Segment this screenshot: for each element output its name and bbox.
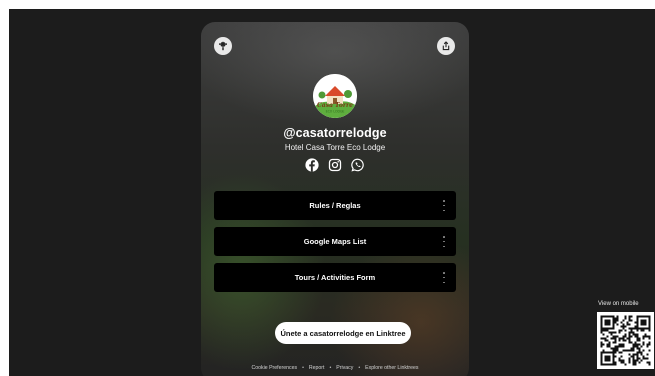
profile-username: @casatorrelodge: [283, 126, 387, 140]
link-google-maps[interactable]: Google Maps List: [214, 227, 456, 256]
footer-separator: •: [329, 365, 332, 371]
link-tours-form[interactable]: Tours / Activities Form: [214, 263, 456, 292]
footer-links: Cookie Preferences • Report • Privacy • …: [201, 365, 469, 371]
facebook-link[interactable]: [305, 158, 319, 172]
facebook-icon: [305, 158, 319, 172]
profile-card: Casa Torre ECO LODGE @casatorrelodge Hot…: [201, 22, 469, 376]
join-linktree-button[interactable]: Únete a casatorrelodge en Linktree: [275, 322, 411, 344]
profile-bio: Hotel Casa Torre Eco Lodge: [284, 143, 386, 152]
link-label: Rules / Reglas: [309, 201, 361, 210]
footer-privacy[interactable]: Privacy: [336, 365, 353, 371]
svg-text:ECO LODGE: ECO LODGE: [326, 110, 345, 114]
linktree-logo-button[interactable]: [214, 37, 232, 55]
svg-text:Casa Torre: Casa Torre: [317, 102, 353, 109]
more-options-icon[interactable]: [442, 272, 446, 283]
share-icon: [442, 41, 450, 51]
link-rules[interactable]: Rules / Reglas: [214, 191, 456, 220]
instagram-icon: [328, 158, 342, 172]
page-background: Casa Torre ECO LODGE @casatorrelodge Hot…: [9, 9, 655, 376]
view-on-mobile-label: View on mobile: [598, 301, 639, 307]
footer-report[interactable]: Report: [309, 365, 325, 371]
footer-explore[interactable]: Explore other Linktrees: [365, 365, 418, 371]
avatar: Casa Torre ECO LODGE: [313, 74, 357, 118]
whatsapp-icon: [351, 158, 364, 172]
instagram-link[interactable]: [328, 158, 342, 172]
footer-separator: •: [358, 365, 361, 371]
more-options-icon[interactable]: [442, 236, 446, 247]
footer-separator: •: [302, 365, 304, 371]
link-label: Google Maps List: [303, 237, 367, 246]
social-icons: [201, 158, 469, 172]
more-options-icon[interactable]: [442, 200, 446, 211]
linktree-asterisk-icon: [219, 41, 227, 51]
footer-cookie-preferences[interactable]: Cookie Preferences: [252, 365, 298, 371]
share-button[interactable]: [437, 37, 455, 55]
link-label: Tours / Activities Form: [294, 273, 376, 282]
qr-code[interactable]: [597, 312, 654, 369]
whatsapp-link[interactable]: [351, 158, 365, 172]
